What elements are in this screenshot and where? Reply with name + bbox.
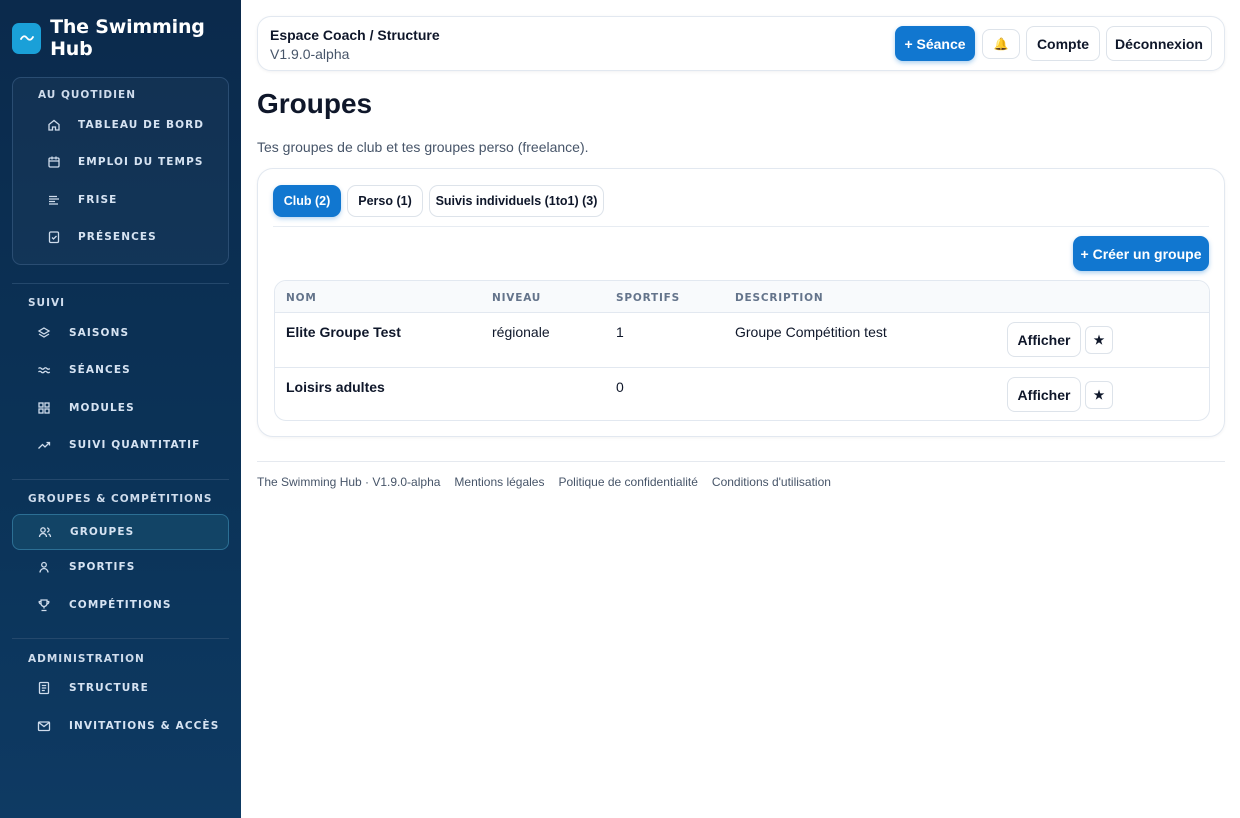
sidebar-divider	[12, 479, 229, 480]
sidebar-divider	[12, 638, 229, 639]
breadcrumb: Espace Coach / Structure	[270, 27, 440, 43]
wave-logo-icon	[12, 22, 42, 54]
table-header: NOM NIVEAU SPORTIFS DESCRIPTION	[275, 281, 1209, 313]
section-quotidien: AU QUOTIDIEN TABLEAU DE BORD EMPLOI DU T…	[12, 77, 229, 265]
sidebar-item-tableau-de-bord[interactable]: TABLEAU DE BORD	[13, 108, 230, 142]
group-athletes-count: 0	[616, 379, 624, 395]
home-icon	[46, 117, 62, 133]
footer: The Swimming Hub · V1.9.0-alpha Mentions…	[257, 475, 831, 489]
user-icon	[36, 559, 52, 575]
section-title-administration: ADMINISTRATION	[28, 653, 145, 665]
column-header-nom: NOM	[286, 292, 317, 304]
timeline-icon	[46, 192, 62, 208]
group-name: Loisirs adultes	[286, 379, 385, 395]
footer-divider	[257, 461, 1225, 462]
sidebar-item-label: SAISONS	[69, 327, 130, 339]
sidebar-item-sportifs[interactable]: SPORTIFS	[12, 550, 229, 584]
sidebar-item-presences[interactable]: PRÉSENCES	[13, 220, 230, 254]
sidebar-item-seances[interactable]: SÉANCES	[12, 353, 229, 387]
sidebar-item-frise[interactable]: FRISE	[13, 183, 230, 217]
view-group-button[interactable]: Afficher	[1007, 377, 1081, 412]
sidebar-item-label: PRÉSENCES	[78, 231, 157, 243]
footer-link-mentions[interactable]: Mentions légales	[454, 475, 544, 489]
column-header-niveau: NIVEAU	[492, 292, 542, 304]
brand-name: The Swimming Hub	[50, 16, 205, 60]
footer-link-privacy[interactable]: Politique de confidentialité	[558, 475, 697, 489]
sidebar-item-label: EMPLOI DU TEMPS	[78, 156, 204, 168]
sidebar-divider	[12, 283, 229, 284]
sidebar-item-label: INVITATIONS & ACCÈS	[69, 720, 220, 732]
bell-icon[interactable]: 🔔	[982, 29, 1020, 59]
layers-icon	[36, 325, 52, 341]
section-title-quotidien: AU QUOTIDIEN	[38, 89, 137, 101]
brand[interactable]: The Swimming Hub	[12, 16, 241, 60]
column-header-sportifs: SPORTIFS	[616, 292, 681, 304]
sidebar-item-label: SUIVI QUANTITATIF	[69, 439, 201, 451]
group-athletes-count: 1	[616, 324, 624, 340]
trend-icon	[36, 437, 52, 453]
sidebar-item-label: COMPÉTITIONS	[69, 599, 172, 611]
tab-suivis-individuels[interactable]: Suivis individuels (1to1) (3)	[429, 185, 604, 217]
create-group-button[interactable]: + Créer un groupe	[1073, 236, 1209, 271]
sidebar-item-groupes[interactable]: GROUPES	[12, 514, 229, 550]
logout-button[interactable]: Déconnexion	[1106, 26, 1212, 61]
sidebar-item-suivi-quantitatif[interactable]: SUIVI QUANTITATIF	[12, 428, 229, 462]
mail-icon	[36, 718, 52, 734]
group-level: régionale	[492, 324, 550, 340]
star-icon[interactable]: ★	[1085, 326, 1113, 354]
footer-copyright: The Swimming Hub · V1.9.0-alpha	[257, 475, 441, 489]
sidebar-item-invitations[interactable]: INVITATIONS & ACCÈS	[12, 709, 229, 743]
tab-perso[interactable]: Perso (1)	[347, 185, 423, 217]
sidebar-item-label: GROUPES	[70, 526, 135, 538]
groups-table: NOM NIVEAU SPORTIFS DESCRIPTION Elite Gr…	[274, 280, 1210, 421]
sidebar-item-label: SÉANCES	[69, 364, 131, 376]
star-icon[interactable]: ★	[1085, 381, 1113, 409]
sidebar-item-label: STRUCTURE	[69, 682, 149, 694]
calendar-icon	[46, 154, 62, 170]
table-row: Loisirs adultes 0 Afficher ★	[275, 367, 1209, 420]
sidebar-item-structure[interactable]: STRUCTURE	[12, 671, 229, 705]
section-title-suivi: SUIVI	[28, 297, 66, 309]
footer-link-terms[interactable]: Conditions d'utilisation	[712, 475, 831, 489]
groups-card: Club (2) Perso (1) Suivis individuels (1…	[257, 168, 1225, 437]
sidebar-item-modules[interactable]: MODULES	[12, 391, 229, 425]
sidebar-item-emploi-du-temps[interactable]: EMPLOI DU TEMPS	[13, 145, 230, 179]
column-header-description: DESCRIPTION	[735, 292, 824, 304]
group-description: Groupe Compétition test	[735, 324, 887, 340]
group-name: Elite Groupe Test	[286, 324, 401, 340]
top-bar: Espace Coach / Structure V1.9.0-alpha + …	[257, 16, 1225, 71]
page-subtitle: Tes groupes de club et tes groupes perso…	[257, 139, 589, 155]
trophy-icon	[36, 597, 52, 613]
sidebar: The Swimming Hub AU QUOTIDIEN TABLEAU DE…	[0, 0, 241, 818]
checklist-icon	[46, 229, 62, 245]
new-session-button[interactable]: + Séance	[895, 26, 975, 61]
view-group-button[interactable]: Afficher	[1007, 322, 1081, 357]
grid-icon	[36, 400, 52, 416]
account-button[interactable]: Compte	[1026, 26, 1100, 61]
sidebar-item-label: SPORTIFS	[69, 561, 136, 573]
sidebar-item-label: TABLEAU DE BORD	[78, 119, 205, 131]
app-version: V1.9.0-alpha	[270, 46, 350, 62]
tab-club[interactable]: Club (2)	[273, 185, 341, 217]
sidebar-item-label: FRISE	[78, 194, 118, 206]
waves-icon	[36, 362, 52, 378]
sidebar-item-saisons[interactable]: SAISONS	[12, 316, 229, 350]
table-row: Elite Groupe Test régionale 1 Groupe Com…	[275, 313, 1209, 367]
card-divider	[273, 226, 1209, 227]
document-icon	[36, 680, 52, 696]
page-title: Groupes	[257, 88, 373, 119]
users-icon	[37, 524, 53, 540]
sidebar-item-label: MODULES	[69, 402, 135, 414]
section-title-groupes: GROUPES & COMPÉTITIONS	[28, 493, 213, 505]
sidebar-item-competitions[interactable]: COMPÉTITIONS	[12, 588, 229, 622]
